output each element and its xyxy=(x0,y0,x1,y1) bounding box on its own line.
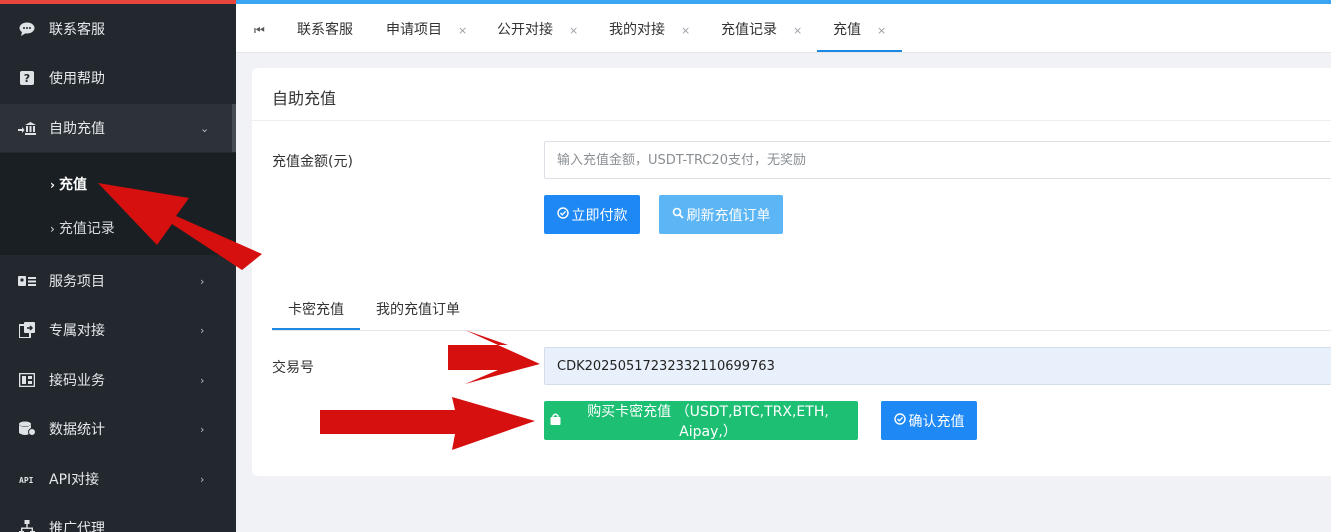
sidebar-item-promotion[interactable]: 推广代理 xyxy=(0,504,236,532)
tab-label: 我的对接 xyxy=(609,22,665,38)
submenu-item-recharge-records[interactable]: › 充值记录 xyxy=(50,218,115,238)
refresh-orders-button[interactable]: 刷新充值订单 xyxy=(659,195,783,234)
transaction-id-field[interactable] xyxy=(544,347,1331,385)
tab-label: 公开对接 xyxy=(497,22,553,38)
check-circle-icon xyxy=(893,412,906,429)
sidebar-item-label: 专属对接 xyxy=(49,323,105,339)
card-title: 自助充值 xyxy=(272,89,337,108)
recharge-card: 自助充值 充值金额(元) 立即付款 刷新充值订单 卡密充值 我的充值订单 交易号… xyxy=(252,68,1331,476)
tab-label: 申请项目 xyxy=(386,22,442,38)
chevron-right-icon: › xyxy=(200,472,205,486)
tab-customer-service[interactable]: 联系客服 xyxy=(297,4,353,52)
transaction-label: 交易号 xyxy=(272,360,314,376)
chevron-right-icon: › xyxy=(200,422,205,436)
check-circle-icon xyxy=(556,206,569,223)
id-card-icon xyxy=(18,272,36,290)
subtab-label: 卡密充值 xyxy=(288,302,344,318)
chevron-right-icon: › xyxy=(50,222,55,236)
pay-now-button[interactable]: 立即付款 xyxy=(544,195,640,234)
submenu-item-label: 充值 xyxy=(58,177,87,193)
sidebar-item-services[interactable]: 服务项目 › xyxy=(0,257,236,305)
tab-recharge-records[interactable]: 充值记录 × xyxy=(721,4,802,52)
buy-card-button[interactable]: 购买卡密充值 （USDT,BTC,TRX,ETH, Aipay,） xyxy=(544,401,858,440)
tab-public-docking[interactable]: 公开对接 × xyxy=(497,4,578,52)
chevron-right-icon: › xyxy=(200,323,205,337)
amount-label: 充值金额(元) xyxy=(272,154,353,170)
svg-text:?: ? xyxy=(24,72,30,85)
subtab-card-recharge[interactable]: 卡密充值 xyxy=(272,294,360,330)
confirm-recharge-label: 确认充值 xyxy=(908,413,965,430)
search-icon xyxy=(672,207,684,223)
sidebar: 联系客服 ? 使用帮助 自助充值 ⌄ › 充值 › 充值记录 服务项目 › 专属对接 xyxy=(0,0,236,532)
sidebar-item-label: 自助充值 xyxy=(49,121,105,137)
sidebar-item-code-service[interactable]: 接码业务 › xyxy=(0,356,236,404)
tab-label: 充值 xyxy=(833,22,861,38)
database-icon xyxy=(18,420,36,438)
sidebar-item-label: 联系客服 xyxy=(49,22,105,38)
bank-icon xyxy=(18,119,36,137)
sidebar-item-api[interactable]: API API对接 › xyxy=(0,455,236,503)
close-icon[interactable]: × xyxy=(681,24,690,37)
sidebar-item-self-recharge[interactable]: 自助充值 ⌄ xyxy=(0,104,236,152)
amount-input[interactable] xyxy=(544,141,1331,179)
sidebar-submenu: › 充值 › 充值记录 xyxy=(0,153,236,255)
network-icon xyxy=(18,519,36,532)
sidebar-item-customer-service[interactable]: 联系客服 xyxy=(0,5,236,53)
confirm-recharge-button[interactable]: 确认充值 xyxy=(881,401,977,440)
sidebar-item-label: 推广代理 xyxy=(49,521,105,532)
sidebar-item-help[interactable]: ? 使用帮助 xyxy=(0,54,236,102)
chat-bubble-icon xyxy=(18,20,36,38)
sidebar-item-statistics[interactable]: 数据统计 › xyxy=(0,405,236,453)
sidebar-item-label: 使用帮助 xyxy=(49,71,105,87)
api-icon: API xyxy=(18,470,36,488)
chevron-right-icon: › xyxy=(200,274,205,288)
tab-apply-project[interactable]: 申请项目 × xyxy=(386,4,467,52)
close-icon[interactable]: × xyxy=(458,24,467,37)
sidebar-item-label: 服务项目 xyxy=(49,274,105,290)
sidebar-item-label: 接码业务 xyxy=(49,373,105,389)
sidebar-top-line xyxy=(0,0,236,4)
recharge-subtabs: 卡密充值 我的充值订单 xyxy=(272,294,1331,331)
subtab-my-orders[interactable]: 我的充值订单 xyxy=(376,294,460,330)
tab-label: 充值记录 xyxy=(721,22,777,38)
chevron-right-icon: › xyxy=(200,373,205,387)
subtab-label: 我的充值订单 xyxy=(376,302,460,318)
chevron-right-icon: › xyxy=(50,178,55,192)
card-divider xyxy=(252,120,1331,121)
question-icon: ? xyxy=(18,69,36,87)
close-icon[interactable]: × xyxy=(793,24,802,37)
shopping-bag-icon xyxy=(550,413,561,429)
chevron-down-icon: ⌄ xyxy=(200,121,210,135)
tab-my-docking[interactable]: 我的对接 × xyxy=(609,4,690,52)
close-icon[interactable]: × xyxy=(877,24,886,37)
sidebar-item-label: API对接 xyxy=(49,472,100,488)
svg-text:API: API xyxy=(19,476,34,484)
tab-recharge[interactable]: 充值 × xyxy=(817,4,903,52)
first-page-icon[interactable]: ⏮ xyxy=(254,4,265,56)
sidebar-item-label: 数据统计 xyxy=(49,422,105,438)
submenu-item-recharge[interactable]: › 充值 xyxy=(50,174,87,194)
sidebar-item-dedicated[interactable]: 专属对接 › xyxy=(0,306,236,354)
submenu-item-label: 充值记录 xyxy=(58,221,115,237)
refresh-orders-label: 刷新充值订单 xyxy=(686,207,771,224)
tab-bar: ⏮ 联系客服 申请项目 × 公开对接 × 我的对接 × 充值记录 × 充值 × xyxy=(236,0,1331,53)
close-icon[interactable]: × xyxy=(569,24,578,37)
tab-label: 联系客服 xyxy=(297,22,353,38)
code-icon xyxy=(18,371,36,389)
connect-icon xyxy=(18,321,36,339)
pay-now-label: 立即付款 xyxy=(571,207,628,224)
buy-card-label: 购买卡密充值 （USDT,BTC,TRX,ETH, Aipay,） xyxy=(587,403,829,440)
